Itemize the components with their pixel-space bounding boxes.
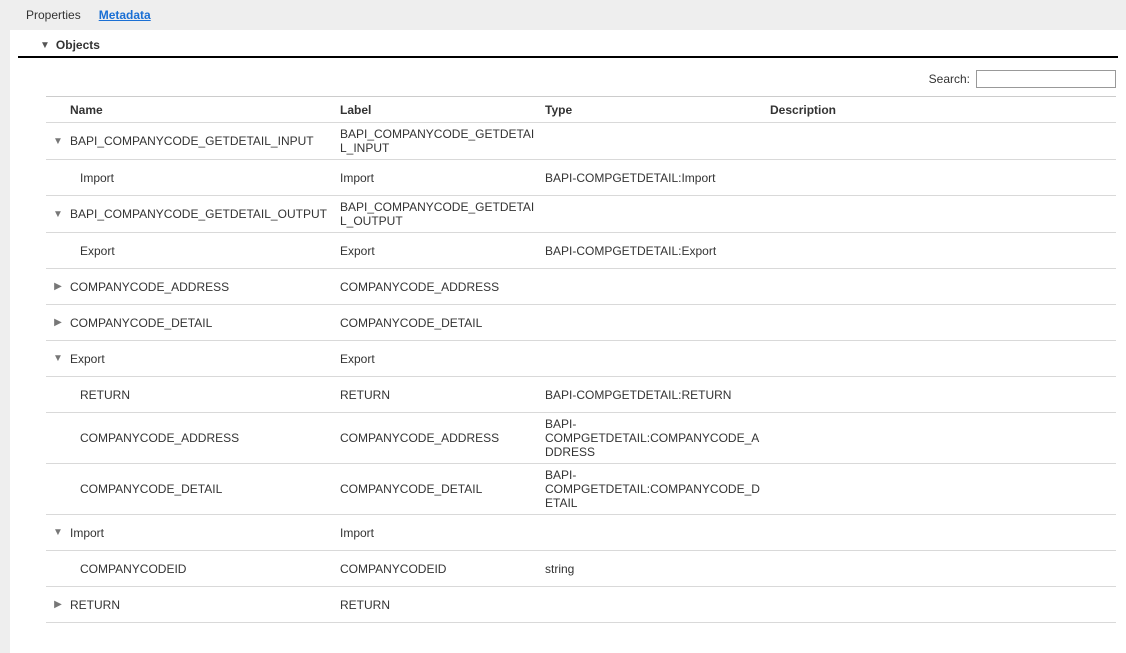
table-row[interactable]: ExportExport [46,341,1116,377]
search-label: Search: [929,72,970,86]
cell-name: Export [70,244,340,258]
cell-name: Import [70,171,340,185]
cell-label: BAPI_COMPANYCODE_GETDETAIL_INPUT [340,127,545,155]
chevron-right-icon[interactable] [46,599,70,610]
cell-label: Import [340,171,545,185]
header-type[interactable]: Type [545,103,770,117]
table-row[interactable]: BAPI_COMPANYCODE_GETDETAIL_OUTPUTBAPI_CO… [46,196,1116,233]
table-row[interactable]: ImportImportBAPI-COMPGETDETAIL:Import [46,160,1116,196]
cell-name: COMPANYCODE_ADDRESS [70,431,340,445]
objects-table: Name Label Type Description BAPI_COMPANY… [46,96,1116,623]
chevron-down-icon[interactable] [46,136,70,147]
content-panel: Objects Search: Name Label Type Descript… [10,30,1126,653]
cell-label: COMPANYCODE_DETAIL [340,316,545,330]
chevron-down-icon[interactable] [46,527,70,538]
cell-type: BAPI-COMPGETDETAIL:RETURN [545,388,770,402]
search-row: Search: [10,58,1126,96]
chevron-down-icon[interactable] [46,209,70,220]
search-input[interactable] [976,70,1116,88]
table-row[interactable]: COMPANYCODE_DETAILCOMPANYCODE_DETAIL [46,305,1116,341]
cell-name: COMPANYCODEID [70,562,340,576]
header-name[interactable]: Name [70,103,340,117]
table-row[interactable]: BAPI_COMPANYCODE_GETDETAIL_INPUTBAPI_COM… [46,123,1116,160]
section-title: Objects [56,38,100,52]
chevron-down-icon[interactable] [46,353,70,364]
header-label[interactable]: Label [340,103,545,117]
cell-name: COMPANYCODE_ADDRESS [70,280,340,294]
tabs-bar: Properties Metadata [0,0,1126,30]
cell-name: RETURN [70,388,340,402]
table-row[interactable]: COMPANYCODEIDCOMPANYCODEIDstring [46,551,1116,587]
table-body: BAPI_COMPANYCODE_GETDETAIL_INPUTBAPI_COM… [46,123,1116,623]
tab-properties[interactable]: Properties [26,8,81,22]
cell-name: BAPI_COMPANYCODE_GETDETAIL_OUTPUT [70,207,340,221]
table-header-row: Name Label Type Description [46,97,1116,123]
cell-label: RETURN [340,388,545,402]
cell-name: RETURN [70,598,340,612]
table-row[interactable]: COMPANYCODE_DETAILCOMPANYCODE_DETAILBAPI… [46,464,1116,515]
cell-type: BAPI-COMPGETDETAIL:Export [545,244,770,258]
table-row[interactable]: ImportImport [46,515,1116,551]
cell-name: COMPANYCODE_DETAIL [70,482,340,496]
cell-label: BAPI_COMPANYCODE_GETDETAIL_OUTPUT [340,200,545,228]
collapse-icon[interactable] [40,40,50,51]
cell-label: Export [340,352,545,366]
table-row[interactable]: COMPANYCODE_ADDRESSCOMPANYCODE_ADDRESSBA… [46,413,1116,464]
table-row[interactable]: RETURNRETURNBAPI-COMPGETDETAIL:RETURN [46,377,1116,413]
cell-label: COMPANYCODE_ADDRESS [340,431,545,445]
header-description[interactable]: Description [770,103,1116,117]
cell-name: COMPANYCODE_DETAIL [70,316,340,330]
cell-label: COMPANYCODE_ADDRESS [340,280,545,294]
cell-name: Import [70,526,340,540]
table-row[interactable]: COMPANYCODE_ADDRESSCOMPANYCODE_ADDRESS [46,269,1116,305]
table-row[interactable]: ExportExportBAPI-COMPGETDETAIL:Export [46,233,1116,269]
cell-label: COMPANYCODE_DETAIL [340,482,545,496]
table-row[interactable]: RETURNRETURN [46,587,1116,623]
cell-type: string [545,562,770,576]
cell-label: RETURN [340,598,545,612]
cell-label: COMPANYCODEID [340,562,545,576]
section-header-objects[interactable]: Objects [18,34,1118,58]
cell-type: BAPI-COMPGETDETAIL:COMPANYCODE_ADDRESS [545,417,770,459]
cell-label: Export [340,244,545,258]
cell-type: BAPI-COMPGETDETAIL:Import [545,171,770,185]
cell-name: BAPI_COMPANYCODE_GETDETAIL_INPUT [70,134,340,148]
cell-name: Export [70,352,340,366]
tab-metadata[interactable]: Metadata [99,8,151,22]
cell-label: Import [340,526,545,540]
chevron-right-icon[interactable] [46,281,70,292]
chevron-right-icon[interactable] [46,317,70,328]
cell-type: BAPI-COMPGETDETAIL:COMPANYCODE_DETAIL [545,468,770,510]
